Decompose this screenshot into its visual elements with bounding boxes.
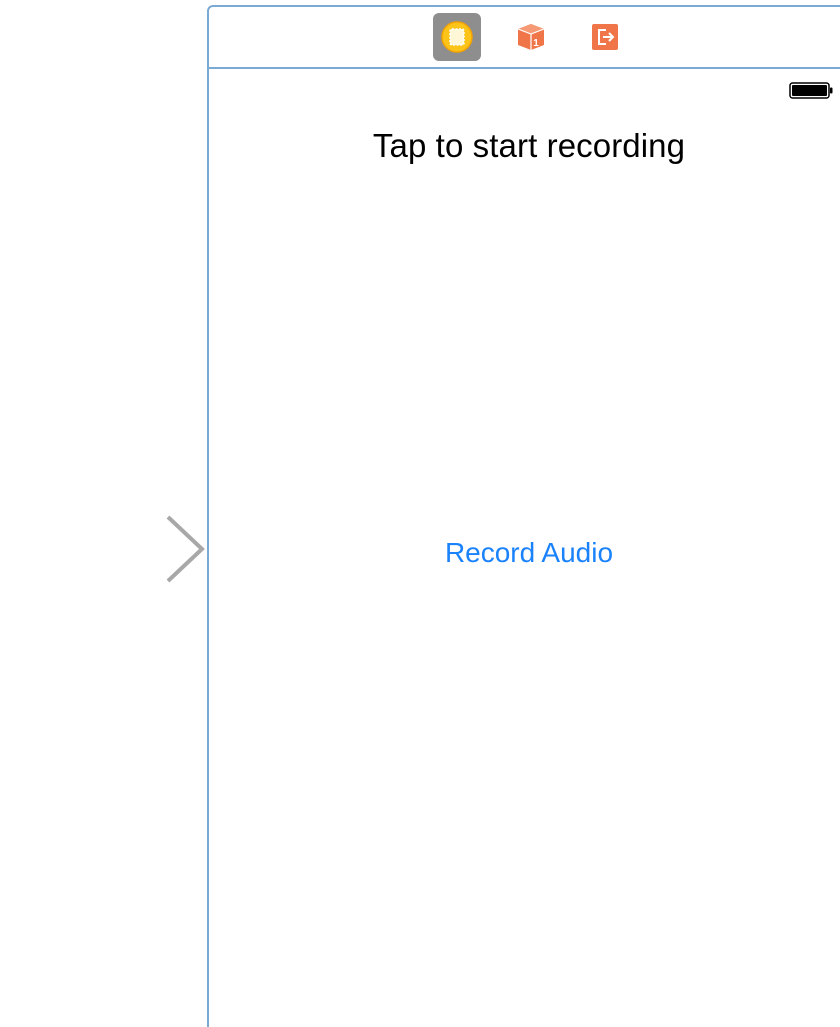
battery-full-icon xyxy=(789,82,833,99)
storyboard-canvas: 1 Tap to start recording Record Audio xyxy=(0,0,840,1027)
initial-view-controller-arrow-icon[interactable] xyxy=(8,514,208,584)
view-controller-scene[interactable]: 1 Tap to start recording Record Audio xyxy=(207,5,840,1027)
view-controller-glyph-icon xyxy=(441,21,473,53)
first-responder-icon[interactable]: 1 xyxy=(507,13,555,61)
exit-glyph-icon xyxy=(592,24,618,50)
cube-badge: 1 xyxy=(533,38,539,49)
record-audio-button[interactable]: Record Audio xyxy=(209,537,840,569)
view-controller-icon[interactable] xyxy=(433,13,481,61)
cube-icon: 1 xyxy=(517,24,545,50)
exit-icon[interactable] xyxy=(581,13,629,61)
status-label: Tap to start recording xyxy=(372,127,686,164)
scene-dock: 1 xyxy=(209,7,840,69)
